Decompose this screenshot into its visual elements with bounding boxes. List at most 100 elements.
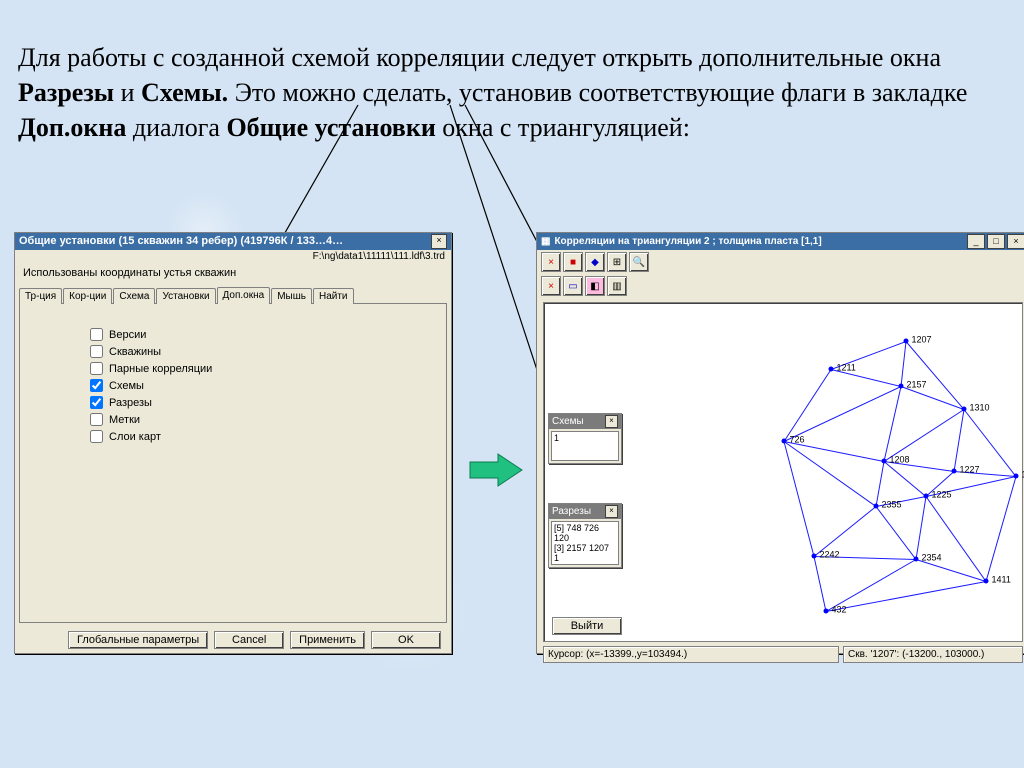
checkbox-схемы[interactable]: Схемы [90,379,446,392]
graph-node[interactable]: 1211 [829,367,834,372]
dialog-title: Общие установки (15 скважин 34 ребер) (4… [19,233,343,250]
graph-node[interactable]: 1229 [1014,474,1019,479]
graph-node[interactable]: 2355 [874,504,879,509]
global-params-button[interactable]: Глобальные параметры [68,631,208,649]
checkbox-label: Схемы [109,380,144,392]
app-icon: ▦ [541,236,550,247]
node-label: 432 [832,605,847,615]
razrezy-panel[interactable]: Разрезы × [5] 748 726 120[3] 2157 1207 1 [548,503,622,568]
toolbar-button[interactable]: × [541,276,561,296]
graph-node[interactable]: 1207 [904,339,909,344]
text: Для работы с созданной схемой корреляции… [18,43,941,72]
window-buttons: _ □ × [967,234,1024,249]
graph-node[interactable]: 2242 [812,554,817,559]
graph-node[interactable]: 2157 [899,384,904,389]
tab-мышь[interactable]: Мышь [271,288,312,304]
graph-edge [876,506,917,560]
tab-кор-ции[interactable]: Кор-ции [63,288,112,304]
text-bold: Схемы. [141,78,228,107]
node-label: 1411 [992,575,1011,585]
checkbox-input[interactable] [90,430,103,443]
graph-node[interactable]: 1310 [962,407,967,412]
graph-edge [814,556,827,611]
checkbox-label: Разрезы [109,397,152,409]
checkbox-input[interactable] [90,379,103,392]
dialog-titlebar[interactable]: Общие установки (15 скважин 34 ребер) (4… [15,233,451,250]
checkbox-input[interactable] [90,345,103,358]
razrezy-list[interactable]: [5] 748 726 120[3] 2157 1207 1 [551,521,619,565]
graph-node[interactable]: 1208 [882,459,887,464]
tab-установки[interactable]: Установки [156,288,215,304]
text: и [121,78,141,107]
graph-node[interactable]: 726 [782,439,787,444]
node-label: 1225 [932,490,952,500]
graph-edge [926,496,987,582]
node-label: 2242 [820,550,840,560]
close-icon[interactable]: × [605,415,618,428]
node-label: 1227 [960,465,980,475]
triangulation-titlebar[interactable]: ▦ Корреляции на триангуляции 2 ; толщина… [537,233,1024,250]
list-item[interactable]: 1 [554,433,616,443]
graph-node[interactable]: 1225 [924,494,929,499]
tab-тр-ция[interactable]: Тр-ция [19,288,62,304]
checkbox-label: Парные корреляции [109,363,212,375]
checkbox-разрезы[interactable]: Разрезы [90,396,446,409]
close-icon[interactable]: × [605,505,618,518]
checkbox-input[interactable] [90,328,103,341]
graph-edge [986,476,1017,581]
green-arrow-icon [468,452,526,488]
toolbar-button[interactable]: ▥ [607,276,627,296]
graph-node[interactable]: 1227 [952,469,957,474]
exit-button[interactable]: Выйти [552,617,622,635]
schemy-panel[interactable]: Схемы × 1 [548,413,622,464]
node-label: 1208 [890,455,910,465]
ok-button[interactable]: OK [371,631,441,649]
close-icon[interactable]: × [1007,234,1024,249]
toolbar-button[interactable]: ◆ [585,252,605,272]
node-label: 1211 [837,363,856,373]
toolbar-button[interactable]: 🔍 [629,252,649,272]
tab-доп.окна[interactable]: Доп.окна [217,287,271,303]
checkbox-input[interactable] [90,413,103,426]
node-label: 2354 [922,553,942,563]
tab-схема[interactable]: Схема [113,288,155,304]
node-label: 1310 [970,403,990,413]
checkbox-метки[interactable]: Метки [90,413,446,426]
apply-button[interactable]: Применить [290,631,365,649]
close-icon[interactable]: × [431,234,447,249]
toolbar-button[interactable]: ⊞ [607,252,627,272]
maximize-icon[interactable]: □ [987,234,1005,249]
checkbox-label: Метки [109,414,140,426]
toolbar-button[interactable]: ◧ [585,276,605,296]
list-item[interactable]: [5] 748 726 120 [554,523,616,543]
triangulation-title: Корреляции на триангуляции 2 ; толщина п… [554,236,821,247]
graph-node[interactable]: 432 [824,609,829,614]
panel-title: Разрезы [552,506,591,517]
checkbox-версии[interactable]: Версии [90,328,446,341]
toolbar-1: × ■ ◆ ⊞ 🔍 [537,250,1024,274]
checkbox-парные-корреляции[interactable]: Парные корреляции [90,362,446,375]
minimize-icon[interactable]: _ [967,234,985,249]
graph-canvas[interactable]: 1207 1211 2157 1310 726 1208 1227 1229 1225 2355 2… [543,302,1023,642]
general-settings-dialog: Общие установки (15 скважин 34 ребер) (4… [14,232,452,654]
cancel-button[interactable]: Cancel [214,631,284,649]
checkbox-скважины[interactable]: Скважины [90,345,446,358]
checkbox-input[interactable] [90,362,103,375]
toolbar-button[interactable]: ▭ [563,276,583,296]
toolbar-button[interactable]: × [541,252,561,272]
checkbox-слои-карт[interactable]: Слои карт [90,430,446,443]
schemy-list[interactable]: 1 [551,431,619,461]
dialog-buttons: Глобальные параметры Cancel Применить OK [15,623,451,649]
text: Это можно сделать, установив соответству… [235,78,968,107]
toolbar-2: × ▭ ◧ ▥ [537,274,1024,298]
list-item[interactable]: [3] 2157 1207 1 [554,543,616,563]
toolbar-button[interactable]: ■ [563,252,583,272]
checkbox-input[interactable] [90,396,103,409]
graph-node[interactable]: 2354 [914,557,919,562]
status-cursor: Курсор: (x=-13399.,y=103494.) [543,646,839,663]
tab-найти[interactable]: Найти [313,288,354,304]
info-text: Использованы координаты устья скважин [15,263,451,287]
tab-bar: Тр-цияКор-цииСхемаУстановкиДоп.окнаМышьН… [15,287,451,303]
text-bold: Общие установки [226,113,435,142]
graph-node[interactable]: 1411 [984,579,989,584]
